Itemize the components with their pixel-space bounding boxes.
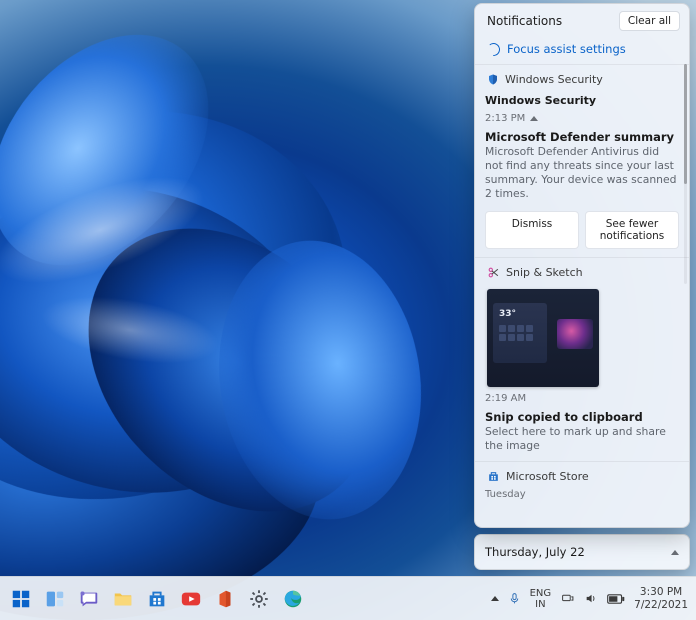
tray-language[interactable]: ENG IN xyxy=(530,588,552,610)
notification-body[interactable]: Select here to mark up and share the ima… xyxy=(485,424,679,453)
microphone-icon xyxy=(508,591,521,606)
notifications-title: Notifications xyxy=(487,14,562,28)
shield-icon xyxy=(487,73,499,86)
notification-group-windows-security: Windows Security Windows Security 2:13 P… xyxy=(475,64,689,257)
youtube-button[interactable] xyxy=(178,586,204,612)
lang-region: IN xyxy=(535,599,545,610)
settings-button[interactable] xyxy=(246,586,272,612)
lang-code: ENG xyxy=(530,588,552,599)
taskbar: ENG IN 3:30 PM 7/22/2021 xyxy=(0,576,696,620)
notification-title[interactable]: Snip copied to clipboard xyxy=(485,404,679,424)
speaker-icon xyxy=(584,592,598,605)
scissors-icon xyxy=(487,266,500,279)
group-app-name: Snip & Sketch xyxy=(506,266,583,279)
clock-date: 7/22/2021 xyxy=(634,599,688,612)
action-center-panel: Notifications Clear all Focus assist set… xyxy=(474,3,690,570)
chat-icon xyxy=(78,588,100,610)
office-button[interactable] xyxy=(212,586,238,612)
tray-clock[interactable]: 3:30 PM 7/22/2021 xyxy=(634,586,688,612)
youtube-icon xyxy=(180,588,202,610)
task-view-button[interactable] xyxy=(42,586,68,612)
notification-body[interactable]: Microsoft Defender Antivirus did not fin… xyxy=(485,144,679,201)
tray-microphone[interactable] xyxy=(508,591,521,606)
notification-group-snip-sketch: Snip & Sketch 33° 2:19 AM Snip copied to… xyxy=(475,257,689,461)
store-icon xyxy=(487,470,500,483)
clear-all-button[interactable]: Clear all xyxy=(619,11,680,31)
notification-pane: Notifications Clear all Focus assist set… xyxy=(474,3,690,528)
notification-group-microsoft-store: Microsoft Store Tuesday xyxy=(475,461,689,502)
calendar-date: Thursday, July 22 xyxy=(485,545,585,559)
start-button[interactable] xyxy=(8,586,34,612)
battery-icon xyxy=(607,593,625,605)
windows-logo-icon xyxy=(10,588,32,610)
tray-volume[interactable] xyxy=(584,592,598,605)
group-app-name: Microsoft Store xyxy=(506,470,589,483)
tray-overflow-button[interactable] xyxy=(491,596,499,601)
clock-time: 3:30 PM xyxy=(640,586,682,599)
tray-network[interactable] xyxy=(560,592,575,605)
task-view-icon xyxy=(44,588,66,610)
chevron-up-icon xyxy=(530,116,538,121)
group-app-name: Windows Security xyxy=(505,73,603,86)
system-tray: ENG IN 3:30 PM 7/22/2021 xyxy=(491,586,688,612)
see-fewer-button[interactable]: See fewer notifications xyxy=(585,211,679,249)
scrollbar-thumb[interactable] xyxy=(684,64,687,184)
focus-assist-link[interactable]: Focus assist settings xyxy=(475,37,689,64)
notification-time-row: 2:19 AM xyxy=(485,387,679,404)
chevron-up-icon xyxy=(491,596,499,601)
notification-time: 2:13 PM xyxy=(485,113,525,124)
tray-battery[interactable] xyxy=(607,593,625,605)
group-app-header[interactable]: Windows Security xyxy=(485,71,679,90)
thumb-weather-temp: 33° xyxy=(499,309,516,319)
notification-time: 2:19 AM xyxy=(485,393,526,404)
group-source-name: Windows Security xyxy=(485,90,679,107)
taskbar-pinned-apps xyxy=(8,586,306,612)
file-explorer-button[interactable] xyxy=(110,586,136,612)
notification-title[interactable]: Microsoft Defender summary xyxy=(485,124,679,144)
chat-button[interactable] xyxy=(76,586,102,612)
focus-assist-label: Focus assist settings xyxy=(507,42,626,56)
dismiss-button[interactable]: Dismiss xyxy=(485,211,579,249)
edge-icon xyxy=(282,588,304,610)
moon-icon xyxy=(485,41,501,57)
notification-header: Notifications Clear all xyxy=(475,4,689,37)
network-icon xyxy=(560,592,575,605)
gear-icon xyxy=(248,588,270,610)
notification-time-row[interactable]: 2:13 PM xyxy=(485,107,679,124)
store-icon xyxy=(146,588,168,610)
snip-thumbnail[interactable]: 33° xyxy=(487,289,599,387)
office-icon xyxy=(214,588,236,610)
scrollbar[interactable] xyxy=(684,64,687,284)
folder-icon xyxy=(112,588,134,610)
chevron-up-icon xyxy=(671,547,679,558)
notification-day: Tuesday xyxy=(485,489,526,500)
group-app-header[interactable]: Microsoft Store xyxy=(485,468,679,487)
edge-button[interactable] xyxy=(280,586,306,612)
microsoft-store-button[interactable] xyxy=(144,586,170,612)
group-app-header[interactable]: Snip & Sketch xyxy=(485,264,679,283)
calendar-bar[interactable]: Thursday, July 22 xyxy=(474,534,690,570)
